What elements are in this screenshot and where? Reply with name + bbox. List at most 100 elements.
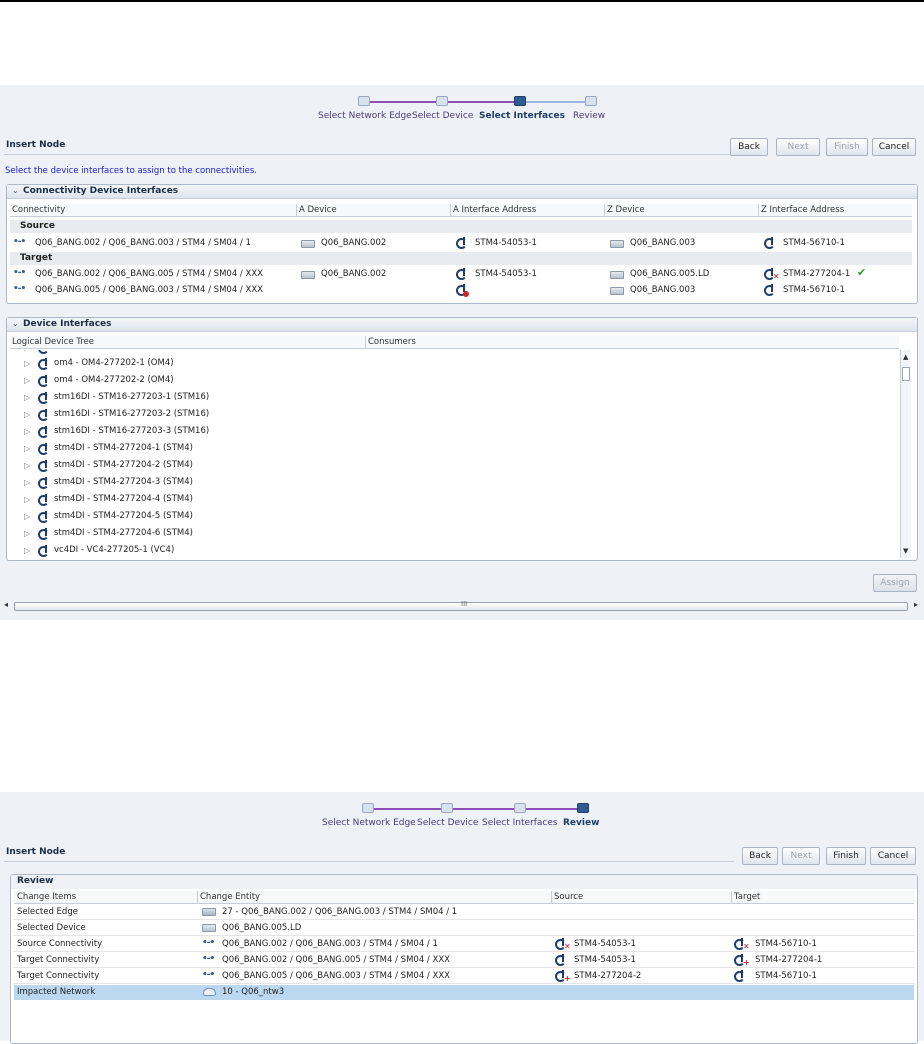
collapse-chevron-icon[interactable]: ⌄ [12, 319, 19, 328]
top-rule [0, 0, 924, 2]
cell-change-entity: Q06_BANG.002 / Q06_BANG.003 / STM4 / SM0… [222, 939, 438, 949]
train-step-select-network-edge[interactable] [362, 803, 374, 813]
cell-z-device: Q06_BANG.003 [630, 285, 696, 295]
column-header-z-device[interactable]: Z Device [607, 205, 645, 215]
tree-node-label: stm4DI - STM4-277204-4 (STM4) [54, 494, 193, 504]
column-header-target[interactable]: Target [734, 892, 760, 902]
scroll-up-arrow-icon[interactable]: ▲ [903, 353, 908, 361]
train-step-review[interactable] [577, 803, 589, 813]
expand-triangle-icon[interactable]: ▷ [24, 427, 30, 436]
column-header-a-device[interactable]: A Device [299, 205, 337, 215]
train-label-review[interactable]: Review [573, 111, 605, 121]
column-header-source[interactable]: Source [554, 892, 583, 902]
column-header-connectivity[interactable]: Connectivity [12, 205, 65, 215]
expand-triangle-icon[interactable]: ▷ [24, 393, 30, 402]
table-row[interactable]: •-• Q06_BANG.005 / Q06_BANG.003 / STM4 /… [10, 283, 912, 298]
scroll-down-arrow-icon[interactable]: ▼ [903, 547, 908, 555]
expand-triangle-icon[interactable]: ▷ [24, 350, 30, 352]
train-label-select-network-edge[interactable]: Select Network Edge [322, 818, 416, 828]
train-step-select-network-edge[interactable] [358, 96, 370, 106]
device-icon [202, 924, 216, 932]
panel-header[interactable]: ⌄ Connectivity Device Interfaces [7, 185, 917, 199]
expand-triangle-icon[interactable]: ▷ [24, 478, 30, 487]
expand-triangle-icon[interactable]: ▷ [24, 410, 30, 419]
interface-icon [38, 375, 49, 387]
column-header-change-entity[interactable]: Change Entity [200, 892, 260, 902]
tree-node-label: stm4DI - STM4-277204-3 (STM4) [54, 477, 193, 487]
table-row[interactable]: •-• Q06_BANG.002 / Q06_BANG.003 / STM4 /… [10, 236, 912, 251]
group-source: Source [10, 220, 912, 233]
cancel-button[interactable]: Cancel [872, 138, 916, 156]
tree-node-label: stm4DI - STM4-277204-2 (STM4) [54, 460, 193, 470]
column-header-a-interface[interactable]: A Interface Address [453, 205, 536, 215]
cell-z-interface[interactable]: STM4-56710-1 [783, 285, 845, 295]
scroll-thumb[interactable] [902, 367, 910, 381]
column-header-logical-device-tree[interactable]: Logical Device Tree [12, 337, 94, 347]
cell-a-interface[interactable]: STM4-54053-1 [475, 269, 537, 279]
column-header-change-items[interactable]: Change Items [17, 892, 76, 902]
interface-icon [38, 350, 49, 354]
back-button[interactable]: Back [730, 138, 768, 156]
table-row[interactable]: Selected Edge 27 - Q06_BANG.002 / Q06_BA… [14, 905, 914, 920]
assign-button[interactable]: Assign [873, 574, 917, 592]
column-header-z-interface[interactable]: Z Interface Address [761, 205, 844, 215]
train-step-select-device[interactable] [441, 803, 453, 813]
horizontal-scrollbar[interactable]: ◂ III ▸ [2, 600, 920, 612]
error-x-icon: ✕ [773, 272, 780, 281]
cell-z-interface[interactable]: STM4-277204-1 [783, 269, 850, 279]
connectivity-icon: •-• [13, 237, 26, 247]
cell-change-item: Selected Device [17, 923, 86, 933]
table-row[interactable]: Source Connectivity •-• Q06_BANG.002 / Q… [14, 937, 914, 952]
expand-triangle-icon[interactable]: ▷ [24, 359, 30, 368]
back-button[interactable]: Back [742, 847, 778, 865]
column-header-consumers[interactable]: Consumers [368, 337, 416, 347]
table-row-selected[interactable]: Impacted Network 10 - Q06_ntw3 [14, 985, 914, 1000]
scroll-grip-icon: III [461, 600, 468, 608]
cell-change-entity: 27 - Q06_BANG.002 / Q06_BANG.003 / STM4 … [222, 907, 458, 917]
scroll-right-arrow-icon[interactable]: ▸ [914, 600, 918, 609]
group-target: Target [10, 252, 912, 265]
interface-icon [38, 511, 49, 523]
table-row[interactable]: Target Connectivity •-• Q06_BANG.005 / Q… [14, 969, 914, 984]
table-row[interactable]: •-• Q06_BANG.002 / Q06_BANG.005 / STM4 /… [10, 266, 912, 282]
next-button[interactable]: Next [782, 847, 820, 865]
expand-triangle-icon[interactable]: ▷ [24, 546, 30, 555]
expand-triangle-icon[interactable]: ▷ [24, 444, 30, 453]
vertical-scrollbar[interactable]: ▲ ▼ [900, 350, 911, 558]
train-step-review[interactable] [585, 96, 597, 106]
train-step-select-device[interactable] [436, 96, 448, 106]
device-icon [301, 240, 315, 248]
expand-triangle-icon[interactable]: ▷ [24, 495, 30, 504]
cell-source: STM4-277204-2 [574, 971, 642, 981]
finish-button[interactable]: Finish [826, 847, 866, 865]
next-button[interactable]: Next [776, 138, 820, 156]
panel-header[interactable]: ⌄ Device Interfaces [7, 318, 917, 332]
cell-z-interface[interactable]: STM4-56710-1 [783, 238, 845, 248]
cancel-button[interactable]: Cancel [870, 847, 916, 865]
expand-triangle-icon[interactable]: ▷ [24, 512, 30, 521]
train-label-select-device[interactable]: Select Device [417, 818, 478, 828]
interface-icon [764, 284, 775, 296]
error-dot-icon [463, 291, 469, 297]
expand-triangle-icon[interactable]: ▷ [24, 376, 30, 385]
table-row[interactable]: Selected Device Q06_BANG.005.LD [14, 921, 914, 936]
train-label-select-device[interactable]: Select Device [412, 111, 473, 121]
expand-triangle-icon[interactable]: ▷ [24, 461, 30, 470]
tree-node-label: stm16DI - STM16-277203-1 (STM16) [54, 392, 210, 402]
train-step-select-interfaces[interactable] [514, 96, 526, 106]
train-label-select-interfaces[interactable]: Select Interfaces [479, 111, 565, 121]
finish-button[interactable]: Finish [826, 138, 868, 156]
train-label-select-interfaces[interactable]: Select Interfaces [482, 818, 558, 828]
interface-icon [764, 237, 775, 249]
table-row[interactable]: Target Connectivity •-• Q06_BANG.002 / Q… [14, 953, 914, 968]
cell-a-interface[interactable]: STM4-54053-1 [475, 238, 537, 248]
interface-icon [38, 426, 49, 438]
cell-change-entity: Q06_BANG.002 / Q06_BANG.005 / STM4 / SM0… [222, 955, 450, 965]
expand-triangle-icon[interactable]: ▷ [24, 529, 30, 538]
collapse-chevron-icon[interactable]: ⌄ [12, 186, 19, 195]
scroll-left-arrow-icon[interactable]: ◂ [4, 600, 8, 609]
train-label-select-network-edge[interactable]: Select Network Edge [318, 111, 412, 121]
interface-icon [734, 970, 745, 982]
cell-change-item: Target Connectivity [17, 971, 100, 981]
train-step-select-interfaces[interactable] [514, 803, 526, 813]
